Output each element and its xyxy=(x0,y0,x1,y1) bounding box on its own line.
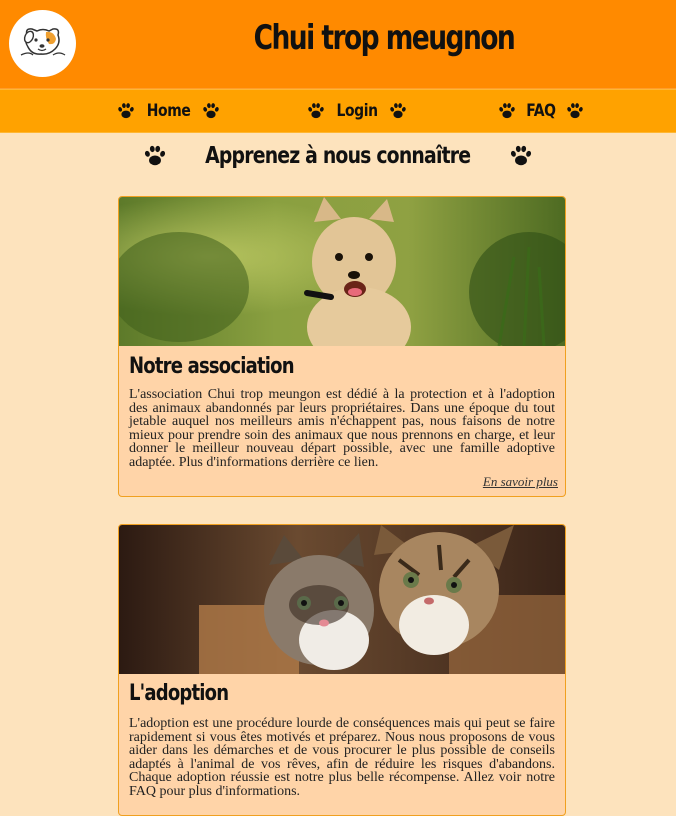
card-adoption: L'adoption L'adoption est une procédure … xyxy=(118,524,566,816)
site-title: Chui trop meugnon xyxy=(253,18,516,58)
paw-icon xyxy=(142,143,168,169)
paw-icon xyxy=(508,143,534,169)
paw-icon xyxy=(201,101,221,121)
nav-item-label: Home xyxy=(146,101,191,121)
paw-icon xyxy=(565,101,585,121)
card-text: L'adoption est une procédure lourde de c… xyxy=(129,716,555,799)
nav-item-faq[interactable]: FAQ xyxy=(497,100,585,122)
card-title: Notre association xyxy=(129,354,295,379)
nav-item-label: FAQ xyxy=(526,101,556,121)
nav-item-home[interactable]: Home xyxy=(116,100,221,122)
kittens-photo xyxy=(119,525,565,674)
nav-item-label: Login xyxy=(336,101,379,121)
nav-item-login[interactable]: Login xyxy=(306,100,408,122)
puppy-photo xyxy=(119,197,565,346)
section-title: Apprenez à nous connaître xyxy=(205,143,471,169)
paw-icon xyxy=(116,101,136,121)
site-header: Chui trop meugnon xyxy=(0,0,676,89)
dog-cat-logo-icon[interactable] xyxy=(9,10,76,77)
paw-icon xyxy=(306,101,326,121)
paw-icon xyxy=(388,101,408,121)
card-text: L'association Chui trop meungon est dédi… xyxy=(129,387,555,470)
card-association: Notre association L'association Chui tro… xyxy=(118,196,566,497)
section-heading: Apprenez à nous connaître xyxy=(0,143,676,169)
main-nav: Home Login FAQ xyxy=(0,89,676,133)
paw-icon xyxy=(497,101,517,121)
card-title: L'adoption xyxy=(129,681,229,706)
more-info-link[interactable]: En savoir plus xyxy=(483,474,558,490)
